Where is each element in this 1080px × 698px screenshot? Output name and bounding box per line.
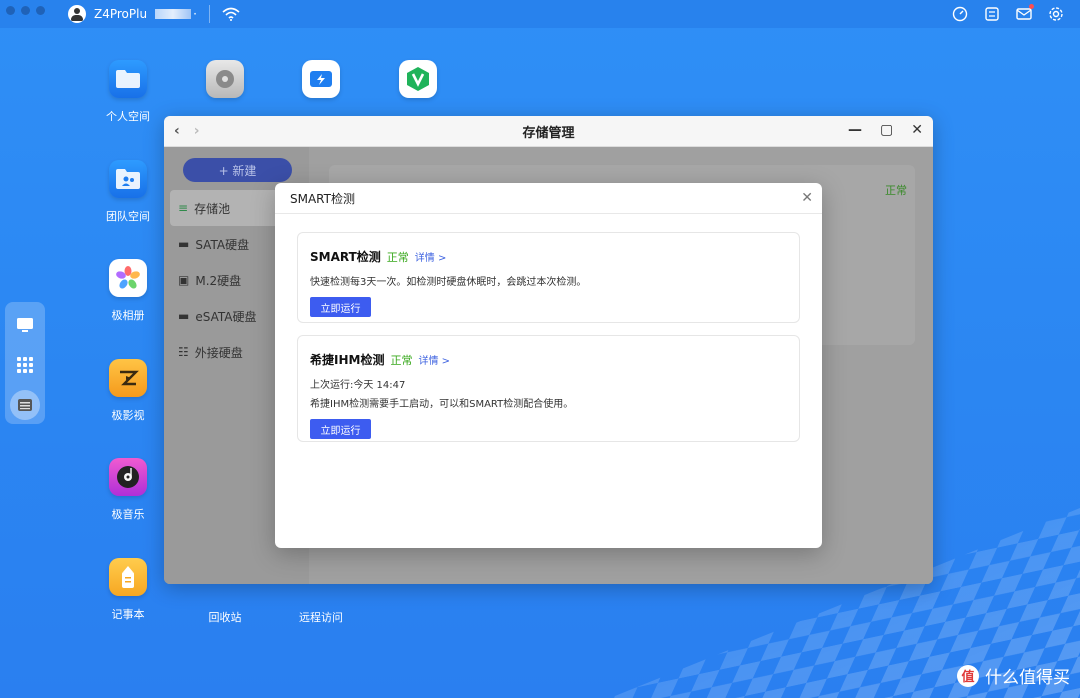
desktop-icon-label: 远程访问 (299, 611, 343, 624)
desktop-icon-label: 极影视 (111, 409, 145, 422)
dock-apps-grid-icon[interactable] (10, 350, 40, 380)
forward-arrow-icon[interactable]: › (194, 123, 200, 139)
notification-dot (1029, 4, 1034, 9)
smart-test-card: SMART检测 正常 详情 > 快速检测每3天一次。如检测时硬盘休眠时，会跳过本… (297, 232, 800, 323)
close-window-icon[interactable]: ✕ (911, 122, 923, 138)
flower-photos-icon (109, 259, 147, 297)
dock-desktop-icon[interactable] (10, 310, 40, 340)
last-run-text: 上次运行:今天 14:47 (310, 380, 406, 391)
settings-gear-icon[interactable] (1046, 4, 1066, 24)
run-now-button[interactable]: 立即运行 (310, 419, 371, 439)
blurred-text (155, 9, 192, 19)
video-player-icon (109, 359, 147, 397)
sidebar-item-label: SATA硬盘 (195, 237, 250, 252)
card-title: SMART检测 (310, 250, 381, 264)
close-icon[interactable]: ✕ (801, 190, 813, 206)
watermark-text: 什么值得买 (985, 668, 1070, 688)
pool-status: 正常 (885, 184, 907, 197)
desktop-icon-notes[interactable]: 记事本 (88, 558, 168, 622)
transfer-icon[interactable] (982, 4, 1002, 24)
run-now-button[interactable]: 立即运行 (310, 297, 371, 317)
new-button[interactable]: + 新建 (183, 158, 292, 182)
back-arrow-icon[interactable]: ‹ (174, 123, 180, 139)
wifi-icon[interactable] (222, 7, 240, 21)
top-bar: Z4ProPlu · (0, 0, 1080, 28)
user-avatar-icon[interactable] (68, 5, 86, 23)
drive-icon: ▬ (178, 309, 190, 323)
sidebar-item-label: 存储池 (194, 201, 231, 216)
dialog-title: SMART检测 (290, 191, 355, 206)
details-link[interactable]: 详情 > (418, 352, 450, 367)
card-title-row: SMART检测 正常 详情 > (310, 248, 787, 265)
m2-chip-icon: ▣ (178, 273, 190, 287)
minimize-icon[interactable]: — (848, 122, 862, 138)
desktop-icon-label: 极相册 (111, 309, 145, 322)
window-titlebar: ‹ › 存储管理 — ▢ ✕ (164, 116, 933, 147)
smart-dialog: SMART检测 ✕ SMART检测 正常 详情 > 快速检测每3天一次。如检测时… (275, 183, 822, 548)
desktop-icon-quick-transfer[interactable] (281, 60, 361, 108)
desktop-icon-disk[interactable] (185, 60, 265, 108)
sidebar-item-label: M.2硬盘 (195, 273, 242, 288)
dot-icon[interactable] (36, 6, 45, 15)
desktop-icon-video[interactable]: 极影视 (88, 359, 168, 423)
divider (208, 5, 210, 23)
desktop-icon-label: 个人空间 (106, 110, 150, 123)
status-badge: 正常 (386, 251, 409, 264)
desktop-icon-label: 回收站 (208, 611, 242, 624)
sidebar-item-label: 外接硬盘 (194, 345, 243, 360)
desktop-icon-label: 团队空间 (106, 210, 150, 223)
desktop-icon-music[interactable]: 极音乐 (88, 458, 168, 522)
dot-icon[interactable] (21, 6, 30, 15)
folder-icon (109, 60, 147, 98)
status-badge: 正常 (390, 354, 413, 367)
watermark: 值 什么值得买 (957, 663, 1070, 688)
dock-storage-icon[interactable] (10, 390, 40, 420)
desktop-icon-photos[interactable]: 极相册 (88, 259, 168, 323)
ihm-test-card: 希捷IHM检测 正常 详情 > 上次运行:今天 14:47 希捷IHM检测需要手… (297, 335, 800, 442)
desktop-icon-personal-space[interactable]: 个人空间 (88, 60, 168, 124)
notepad-icon (109, 558, 147, 596)
hard-disk-icon (206, 60, 244, 98)
card-title-row: 希捷IHM检测 正常 详情 > (310, 351, 787, 368)
mail-icon[interactable] (1014, 4, 1034, 24)
desktop-icon-label: 极音乐 (111, 508, 145, 521)
sidebar-item-label: eSATA硬盘 (195, 309, 257, 324)
desktop-icon-vpn[interactable] (378, 60, 458, 108)
window-dots (6, 6, 45, 15)
device-suffix: · (193, 7, 197, 21)
v-shield-icon (399, 60, 437, 98)
details-link[interactable]: 详情 > (415, 249, 447, 264)
music-disc-icon (109, 458, 147, 496)
speed-gauge-icon[interactable] (950, 4, 970, 24)
card-title: 希捷IHM检测 (310, 353, 385, 367)
window-nav: ‹ › (174, 123, 200, 139)
lightning-folder-icon (302, 60, 340, 98)
maximize-icon[interactable]: ▢ (880, 122, 893, 138)
external-drive-icon: ☷ (178, 345, 189, 359)
desktop-icon-team-space[interactable]: 团队空间 (88, 160, 168, 224)
left-dock (5, 302, 45, 424)
card-description: 希捷IHM检测需要手工启动，可以和SMART检测配合使用。 (310, 399, 574, 410)
dialog-header: SMART检测 ✕ (275, 183, 822, 214)
window-controls: — ▢ ✕ (848, 122, 923, 138)
database-icon: ≡ (178, 201, 189, 215)
top-right-tools (950, 4, 1066, 24)
card-description: 快速检测每3天一次。如检测时硬盘休眠时，会跳过本次检测。 (310, 277, 587, 288)
window-title: 存储管理 (522, 125, 575, 141)
dot-icon[interactable] (6, 6, 15, 15)
drive-icon: ▬ (178, 237, 190, 251)
device-info[interactable]: Z4ProPlu · (68, 5, 240, 23)
watermark-badge: 值 (957, 664, 979, 687)
device-name: Z4ProPlu (94, 7, 148, 21)
desktop-icon-label: 记事本 (111, 608, 145, 621)
team-folder-icon (109, 160, 147, 198)
